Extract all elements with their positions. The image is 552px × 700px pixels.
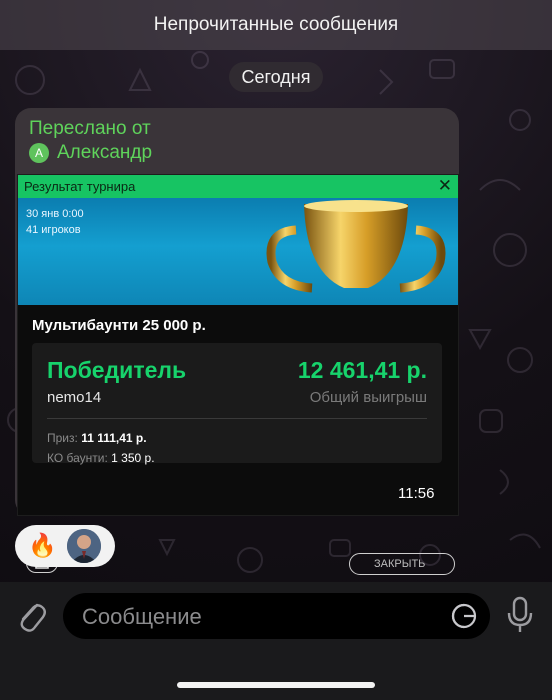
message-placeholder: Сообщение bbox=[82, 604, 202, 629]
reaction-bar[interactable]: 🔥 bbox=[15, 525, 115, 567]
author-name: Александр bbox=[57, 142, 153, 163]
attach-icon[interactable] bbox=[15, 597, 49, 635]
user-avatar-icon bbox=[67, 529, 101, 563]
winner-label: Победитель bbox=[47, 357, 187, 383]
message-time: 11:56 bbox=[398, 485, 435, 502]
total-winnings-label: Общий выигрыш bbox=[309, 389, 427, 406]
prize-row: Приз: 11 111,41 р. bbox=[47, 431, 147, 445]
forwarded-label: Переслано от bbox=[29, 118, 151, 139]
trophy-icon bbox=[266, 200, 446, 293]
divider bbox=[47, 418, 427, 419]
ko-bounty-label: КО баунти: bbox=[47, 451, 108, 465]
author-avatar: A bbox=[29, 143, 49, 163]
message-composer: Сообщение bbox=[0, 582, 552, 700]
close-icon[interactable]: ✕ bbox=[438, 176, 452, 196]
ko-bounty-row: КО баунти: 1 350 р. bbox=[47, 451, 155, 465]
prize-label: Приз: bbox=[47, 431, 78, 445]
close-card-button[interactable]: ЗАКРЫТЬ bbox=[349, 553, 455, 575]
message-bubble[interactable]: Переслано от A Александр Результат турни… bbox=[15, 108, 459, 575]
forwarded-author[interactable]: A Александр bbox=[29, 142, 152, 164]
winner-panel: Победитель 12 461,41 р. nemo14 Общий выи… bbox=[32, 343, 442, 463]
winner-nickname: nemo14 bbox=[47, 389, 102, 406]
tournament-banner: 30 янв 0:00 41 игроков bbox=[18, 198, 458, 305]
prize-value: 11 111,41 р. bbox=[81, 431, 147, 445]
card-header-title: Результат турнира bbox=[24, 179, 136, 194]
card-header: Результат турнира ✕ bbox=[18, 175, 458, 198]
microphone-icon[interactable] bbox=[505, 595, 535, 635]
ko-bounty-value: 1 350 р. bbox=[111, 451, 155, 465]
sticker-icon[interactable] bbox=[450, 602, 478, 630]
reaction-user-avatar bbox=[67, 529, 101, 563]
home-indicator bbox=[177, 682, 375, 688]
tournament-name: Мультибаунти 25 000 р. bbox=[32, 317, 206, 334]
message-input[interactable]: Сообщение bbox=[63, 593, 490, 639]
tournament-result-card: Результат турнира ✕ 30 янв 0:00 41 игрок… bbox=[17, 174, 459, 575]
unread-messages-banner: Непрочитанные сообщения bbox=[0, 0, 552, 50]
tournament-players: 41 игроков bbox=[26, 224, 81, 236]
winner-amount: 12 461,41 р. bbox=[297, 357, 427, 383]
date-divider: Сегодня bbox=[229, 62, 323, 92]
fire-reaction[interactable]: 🔥 bbox=[28, 532, 57, 559]
tournament-date: 30 янв 0:00 bbox=[26, 208, 84, 220]
